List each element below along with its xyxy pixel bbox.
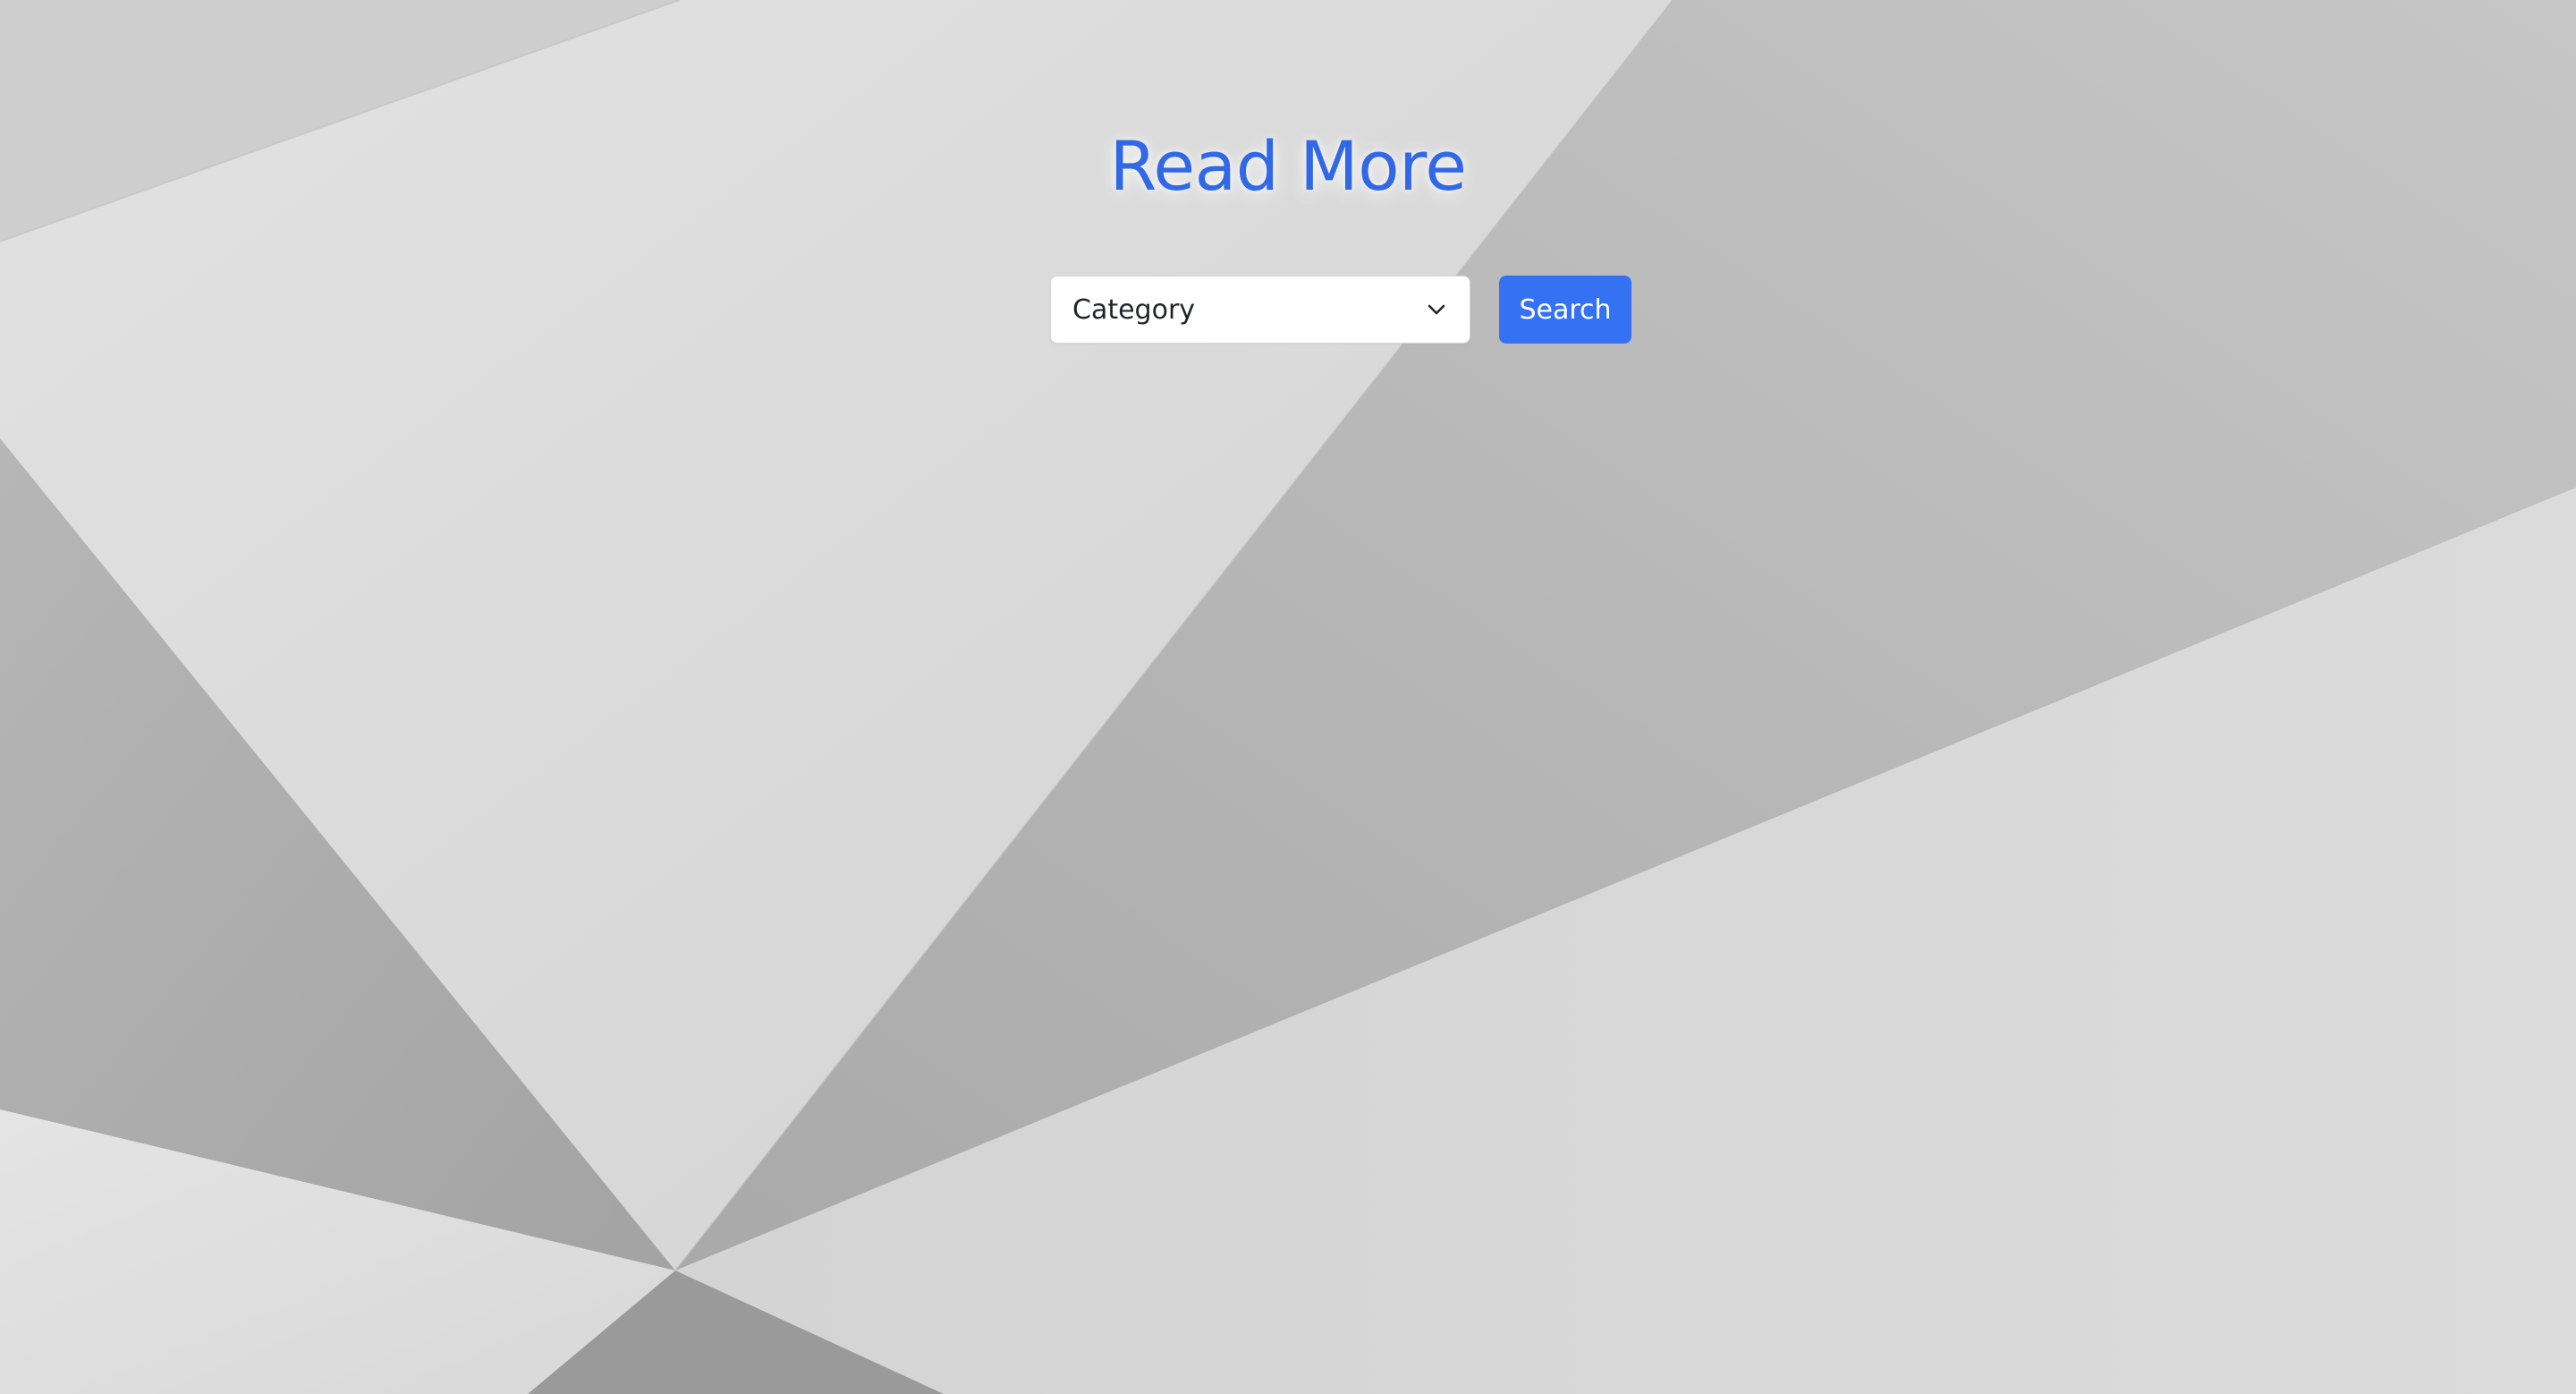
filter-bar: Category Search xyxy=(1050,276,1631,344)
search-button[interactable]: Search xyxy=(1499,276,1631,344)
hero-section: Read More Category Search xyxy=(0,0,2576,1394)
chevron-down-icon xyxy=(1425,298,1448,321)
category-select[interactable]: Category xyxy=(1050,276,1470,344)
category-select-value: Category xyxy=(1072,293,1196,326)
page-title: Read More xyxy=(1109,126,1467,206)
